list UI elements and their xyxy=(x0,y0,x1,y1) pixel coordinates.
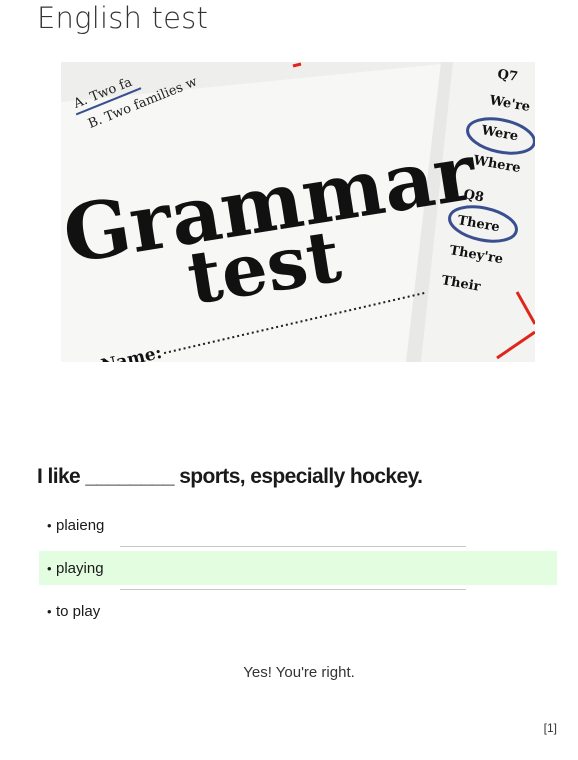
page-title: English test xyxy=(37,1,209,35)
answer-options: • plaieng • playing • to play xyxy=(39,508,557,628)
option-to-play[interactable]: • to play xyxy=(39,594,557,628)
option-plaieng[interactable]: • plaieng xyxy=(39,508,557,542)
question-text: I like ________ sports, especially hocke… xyxy=(37,465,423,488)
option-label: playing xyxy=(56,559,104,577)
feedback-message: Yes! You're right. xyxy=(243,664,355,681)
divider xyxy=(39,585,557,594)
bullet: • xyxy=(47,560,52,576)
divider xyxy=(39,542,557,551)
bullet: • xyxy=(47,517,52,533)
option-label: to play xyxy=(56,602,101,620)
option-label: plaieng xyxy=(56,516,105,534)
bullet: • xyxy=(47,603,52,619)
q7-text: Q7 xyxy=(496,67,518,85)
grammar-test-image: A. Two fa B. Two families w Grammar test… xyxy=(61,62,535,362)
footnote-link[interactable]: [1] xyxy=(544,721,557,735)
option-playing[interactable]: • playing xyxy=(39,551,557,585)
